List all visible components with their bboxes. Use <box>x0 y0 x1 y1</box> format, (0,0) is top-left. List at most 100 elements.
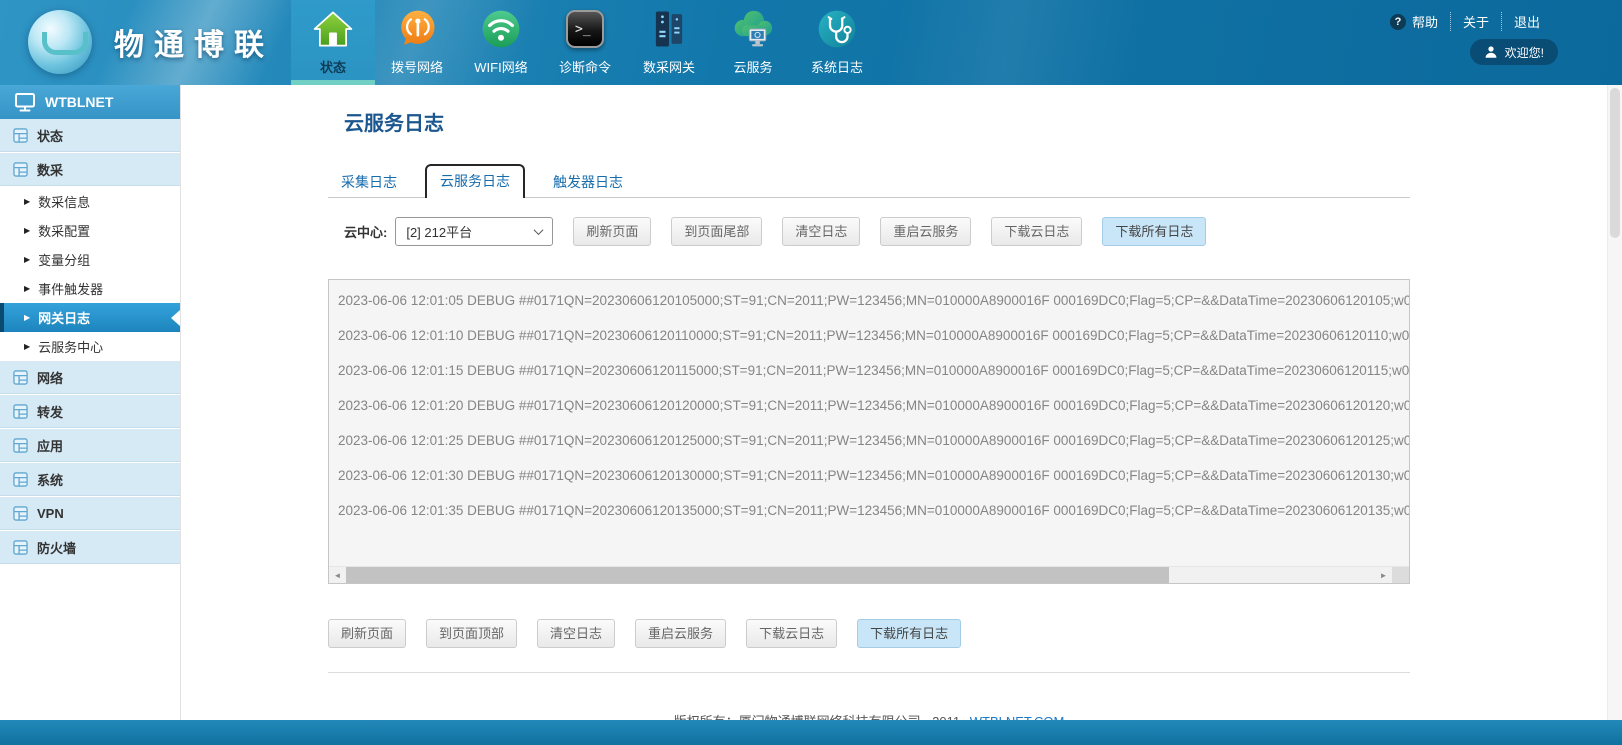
scrollbar-thumb[interactable] <box>346 567 1169 583</box>
submenu-arrow-icon: ▶ <box>24 343 30 351</box>
sidebar-item-status[interactable]: 状态 <box>0 119 180 153</box>
scrollbar-track[interactable] <box>346 567 1375 583</box>
sidebar-item-network[interactable]: 网络 <box>0 361 180 395</box>
nav-label: 系统日志 <box>811 57 863 76</box>
nav-item-data-gateway[interactable]: 数采网关 <box>627 0 711 85</box>
sidebar-item-vpn[interactable]: VPN <box>0 497 180 531</box>
sidebar-item-forwarding[interactable]: 转发 <box>0 395 180 429</box>
sidebar-item-label: 数采信息 <box>38 192 90 211</box>
sidebar-item-label: 网络 <box>37 368 63 387</box>
log-tabs: 采集日志 云服务日志 触发器日志 <box>328 164 1410 198</box>
log-line: 2023-06-06 12:01:05 DEBUG ##0171QN=20230… <box>338 283 1409 318</box>
download-all-logs-button[interactable]: 下载所有日志 <box>1102 217 1206 246</box>
main-content: 云服务日志 采集日志 云服务日志 触发器日志 云中心: [2] 212平台 刷新… <box>328 85 1410 730</box>
tab-collection-log[interactable]: 采集日志 <box>328 167 410 197</box>
clear-log-button-bottom[interactable]: 清空日志 <box>537 619 615 648</box>
go-to-page-bottom-button[interactable]: 到页面尾部 <box>671 217 762 246</box>
sidebar-item-label: 数采配置 <box>38 221 90 240</box>
sidebar-item-variable-group[interactable]: ▶ 变量分组 <box>0 245 180 274</box>
download-cloud-log-button[interactable]: 下载云日志 <box>991 217 1082 246</box>
cloud-center-label: 云中心: <box>344 222 387 241</box>
user-icon <box>1484 45 1498 59</box>
log-line: 2023-06-06 12:01:15 DEBUG ##0171QN=20230… <box>338 353 1409 388</box>
log-line: 2023-06-06 12:01:20 DEBUG ##0171QN=20230… <box>338 388 1409 423</box>
grid-icon <box>13 472 28 487</box>
refresh-page-button-bottom[interactable]: 刷新页面 <box>328 619 406 648</box>
sidebar-item-event-trigger[interactable]: ▶ 事件触发器 <box>0 274 180 303</box>
tab-cloud-service-log[interactable]: 云服务日志 <box>425 164 525 198</box>
dial-network-icon <box>396 6 438 52</box>
header-links: ? 帮助 关于 退出 <box>1378 12 1552 31</box>
sidebar-item-data-config[interactable]: ▶ 数采配置 <box>0 216 180 245</box>
sidebar-item-label: 云服务中心 <box>38 337 103 356</box>
submenu-arrow-icon: ▶ <box>24 198 30 206</box>
log-line: 2023-06-06 12:01:35 DEBUG ##0171QN=20230… <box>338 493 1409 528</box>
sidebar-item-label: 系统 <box>37 470 63 489</box>
scrollbar-corner <box>1392 567 1409 583</box>
sidebar-item-system[interactable]: 系统 <box>0 463 180 497</box>
sidebar-item-label: 网关日志 <box>38 308 90 327</box>
sidebar-item-gateway-log[interactable]: ▶ 网关日志 <box>0 303 180 332</box>
nav-label: WIFI网络 <box>474 57 527 76</box>
download-cloud-log-button-bottom[interactable]: 下载云日志 <box>746 619 837 648</box>
nav-item-diagnostic-command[interactable]: >_ 诊断命令 <box>543 0 627 85</box>
clear-log-button[interactable]: 清空日志 <box>782 217 860 246</box>
scroll-right-arrow-icon[interactable]: ► <box>1375 567 1392 583</box>
submenu-arrow-icon: ▶ <box>24 285 30 293</box>
nav-label: 拨号网络 <box>391 57 443 76</box>
sidebar-item-label: 应用 <box>37 436 63 455</box>
submenu-arrow-icon: ▶ <box>24 314 30 322</box>
sidebar-item-label: 数采 <box>37 160 63 179</box>
top-navigation: 状态 拨号网络 WIFI网络 >_ 诊断命令 数采网关 云服务 系统日志 <box>291 0 879 85</box>
gateway-icon <box>648 6 690 52</box>
sidebar-item-data-info[interactable]: ▶ 数采信息 <box>0 187 180 216</box>
sidebar-item-cloud-service-center[interactable]: ▶ 云服务中心 <box>0 332 180 361</box>
page-scrollbar-thumb[interactable] <box>1610 88 1620 238</box>
nav-label: 状态 <box>320 57 346 76</box>
cloud-service-icon <box>731 6 775 52</box>
restart-cloud-service-button[interactable]: 重启云服务 <box>880 217 971 246</box>
nav-label: 数采网关 <box>643 57 695 76</box>
sidebar-item-application[interactable]: 应用 <box>0 429 180 463</box>
welcome-label: 欢迎您! <box>1505 44 1544 61</box>
sidebar-item-label: 变量分组 <box>38 250 90 269</box>
go-to-page-top-button[interactable]: 到页面顶部 <box>426 619 517 648</box>
sidebar-item-firewall[interactable]: 防火墙 <box>0 531 180 565</box>
nav-label: 诊断命令 <box>559 57 611 76</box>
log-horizontal-scrollbar[interactable]: ◄ ► <box>329 566 1409 583</box>
sidebar-item-label: 转发 <box>37 402 63 421</box>
grid-icon <box>13 370 28 385</box>
help-label: 帮助 <box>1412 12 1438 31</box>
grid-icon <box>13 128 28 143</box>
home-icon <box>312 6 354 52</box>
top-toolbar: 云中心: [2] 212平台 刷新页面 到页面尾部 清空日志 重启云服务 下载云… <box>328 217 1410 246</box>
grid-icon <box>13 540 28 555</box>
tab-trigger-log[interactable]: 触发器日志 <box>540 167 636 197</box>
restart-cloud-service-button-bottom[interactable]: 重启云服务 <box>635 619 726 648</box>
cloud-center-select[interactable]: [2] 212平台 <box>395 217 553 246</box>
scroll-left-arrow-icon[interactable]: ◄ <box>329 567 346 583</box>
log-line: 2023-06-06 12:01:25 DEBUG ##0171QN=20230… <box>338 423 1409 458</box>
terminal-icon: >_ <box>566 6 604 52</box>
page-vertical-scrollbar[interactable] <box>1607 85 1622 720</box>
logout-link[interactable]: 退出 <box>1501 12 1552 31</box>
grid-icon <box>13 438 28 453</box>
nav-item-wifi-network[interactable]: WIFI网络 <box>459 0 543 85</box>
device-name-header: WTBLNET <box>0 85 180 119</box>
sidebar-item-data-collection[interactable]: 数采 <box>0 153 180 187</box>
app-header: 物通博联 状态 拨号网络 WIFI网络 >_ 诊断命令 数采网关 云服务 系统 <box>0 0 1622 85</box>
help-link[interactable]: ? 帮助 <box>1378 12 1450 31</box>
grid-icon <box>13 162 28 177</box>
refresh-page-button[interactable]: 刷新页面 <box>573 217 651 246</box>
welcome-badge[interactable]: 欢迎您! <box>1470 39 1558 65</box>
sidebar-item-label: 状态 <box>37 126 63 145</box>
nav-item-cloud-service[interactable]: 云服务 <box>711 0 795 85</box>
nav-item-dial-network[interactable]: 拨号网络 <box>375 0 459 85</box>
about-link[interactable]: 关于 <box>1450 12 1501 31</box>
log-output-area[interactable]: 2023-06-06 12:01:05 DEBUG ##0171QN=20230… <box>328 279 1410 584</box>
footer-divider <box>328 672 1410 673</box>
nav-item-status[interactable]: 状态 <box>291 0 375 85</box>
brand-logo: 物通博联 <box>28 10 274 74</box>
nav-item-system-log[interactable]: 系统日志 <box>795 0 879 85</box>
download-all-logs-button-bottom[interactable]: 下载所有日志 <box>857 619 961 648</box>
